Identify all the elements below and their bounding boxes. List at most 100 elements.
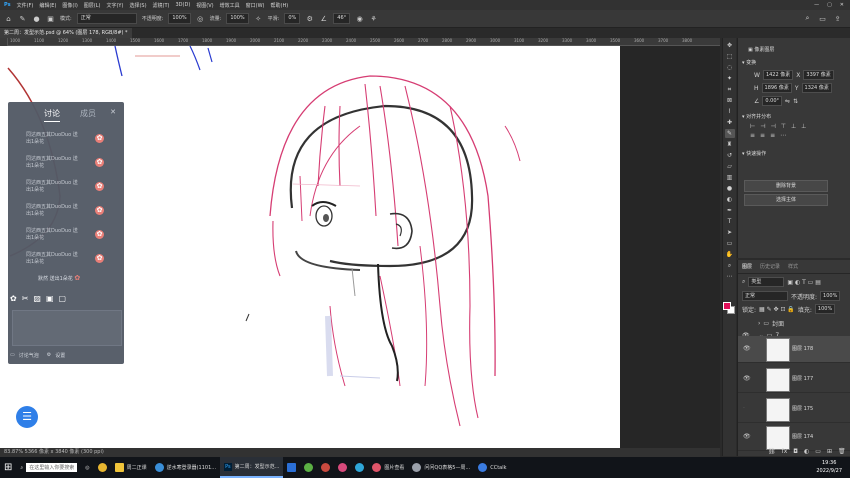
angle-input[interactable]: 0.00° [762, 96, 783, 106]
menu-3d[interactable]: 3D(D) [176, 2, 191, 8]
fill-input[interactable]: 100% [814, 304, 836, 314]
flip-v-icon[interactable]: ⇅ [793, 98, 798, 105]
scissors-icon[interactable]: ✂ [22, 294, 29, 303]
fx-icon[interactable]: fx [782, 448, 788, 455]
smooth-input[interactable]: 0% [284, 13, 301, 24]
search-icon[interactable]: ⌕ [803, 14, 812, 23]
settings-link[interactable]: 设置 [55, 352, 65, 359]
taskbar-app-3[interactable]: 图片查看 [368, 457, 408, 478]
magic-wand-icon[interactable]: ✦ [725, 74, 735, 83]
flow-input[interactable]: 100% [226, 13, 249, 24]
opacity-input[interactable]: 100% [168, 13, 191, 24]
search-input[interactable]: 在这里输入你要搜索 [26, 463, 78, 472]
mode-select[interactable]: 正常 [76, 13, 137, 24]
menu-image[interactable]: 图像(I) [62, 2, 77, 9]
angle-input[interactable]: 46° [333, 13, 351, 24]
tab-discuss[interactable]: 讨论 [44, 108, 60, 122]
screenshot-icon[interactable]: ▣ [46, 294, 54, 303]
menu-layer[interactable]: 图层(L) [84, 2, 101, 9]
tab-members[interactable]: 成员 [80, 108, 96, 122]
menu-view[interactable]: 视图(V) [196, 2, 213, 9]
taskbar-app-1[interactable]: 逆水寒登录器(1101... [151, 457, 220, 478]
minimize-icon[interactable]: — [814, 2, 819, 8]
y-input[interactable]: 1324 像素 [801, 83, 832, 93]
distribute-2-icon[interactable]: ≡ [760, 132, 765, 139]
taskbar-app-2[interactable]: Ps 第二周：发型示范... [220, 457, 284, 478]
remove-background-button[interactable]: 删除背景 [744, 180, 828, 192]
gradient-icon[interactable]: ▥ [725, 173, 735, 182]
eraser-icon[interactable]: ▱ [725, 162, 735, 171]
ps-logo-icon[interactable]: Ps [4, 2, 11, 8]
layer-row[interactable]: · 图层 175 [738, 396, 850, 423]
close-icon[interactable]: ✕ [110, 108, 116, 116]
blur-tool-icon[interactable]: ● [725, 184, 735, 193]
transform-header[interactable]: ▾ 变换 [738, 56, 850, 69]
adjustment-icon[interactable]: ◐ [804, 448, 809, 455]
height-input[interactable]: 1896 像素 [761, 83, 792, 93]
filter-icons[interactable]: ▣ ◐ T ▭ ▤ [787, 279, 821, 286]
menu-edit[interactable]: 编辑(E) [39, 2, 56, 9]
brush-preset-icon[interactable]: ● [32, 14, 41, 23]
menu-window[interactable]: 窗口(W) [246, 2, 265, 9]
distribute-3-icon[interactable]: ≡ [770, 132, 775, 139]
menu-file[interactable]: 文件(F) [17, 2, 34, 9]
new-layer-icon[interactable]: ⊞ [827, 448, 832, 455]
brush-tool-icon[interactable]: ✎ [724, 129, 735, 138]
distribute-1-icon[interactable]: ≡ [750, 132, 755, 139]
taskbar-app-5[interactable]: CCtalk [474, 457, 510, 478]
brush-settings-icon[interactable]: ▣ [46, 14, 55, 23]
flip-h-icon[interactable]: ⇋ [785, 98, 790, 105]
zoom-tool-icon[interactable]: ⌕ [725, 261, 735, 270]
move-tool-icon[interactable]: ✥ [725, 41, 735, 50]
eye-off-icon[interactable]: · [743, 405, 745, 412]
windows-start-icon[interactable]: ⊞ [0, 457, 16, 478]
system-clock[interactable]: 19:36 2022/9/27 [816, 459, 842, 475]
taskbar-app-4[interactable]: 问问QQ表格5—周... [408, 457, 474, 478]
align-bottom-icon[interactable]: ⊥ [801, 123, 806, 130]
type-tool-icon[interactable]: T [725, 217, 735, 226]
crop-tool-icon[interactable]: ⌗ [725, 85, 735, 94]
align-center-icon[interactable]: ⊣ [760, 123, 765, 130]
path-select-icon[interactable]: ➤ [725, 228, 735, 237]
layer-name[interactable]: 图层 178 [792, 345, 813, 352]
taskbar-app-0[interactable]: 周二正课 [111, 457, 151, 478]
taskbar-search[interactable]: ⌕ 在这里输入你要搜索 [16, 457, 81, 478]
dodge-tool-icon[interactable]: ◐ [725, 195, 735, 204]
tab-layers[interactable]: 图层 [742, 263, 752, 270]
frame-tool-icon[interactable]: ⊠ [725, 96, 735, 105]
align-top-icon[interactable]: ⊤ [781, 123, 786, 130]
stamp-tool-icon[interactable]: ♜ [725, 140, 735, 149]
kind-filter-select[interactable]: 类型 [748, 277, 785, 287]
eye-icon[interactable]: 👁 [743, 345, 751, 352]
eye-icon[interactable]: 👁 [743, 433, 751, 440]
quick-actions-header[interactable]: ▾ 快速操作 [738, 147, 850, 160]
menu-select[interactable]: 选择(S) [129, 2, 146, 9]
tab-history[interactable]: 历史记录 [760, 263, 780, 270]
marquee-tool-icon[interactable]: ⬚ [725, 52, 735, 61]
eyedropper-icon[interactable]: ⌇ [725, 107, 735, 116]
blend-mode-select[interactable]: 正常 [742, 291, 788, 301]
menu-type[interactable]: 文字(Y) [106, 2, 123, 9]
layer-row[interactable]: 👁 图层 177 [738, 366, 850, 393]
layer-row[interactable]: 👁 图层 178 [738, 336, 850, 363]
shape-tool-icon[interactable]: ▭ [725, 239, 735, 248]
healing-brush-icon[interactable]: ✚ [725, 118, 735, 127]
link-icon[interactable]: ⛓ [768, 448, 776, 455]
chevron-right-icon[interactable]: › [758, 320, 760, 327]
align-header[interactable]: ▾ 对齐并分布 [738, 110, 850, 123]
tab-styles[interactable]: 样式 [788, 263, 798, 270]
align-middle-icon[interactable]: ⊥ [791, 123, 796, 130]
chat-bubble-button[interactable]: ☰ [16, 406, 38, 428]
airbrush-icon[interactable]: ✧ [254, 14, 263, 23]
chat-icon[interactable]: ▢ [59, 294, 67, 303]
hand-tool-icon[interactable]: ✋ [725, 250, 735, 259]
layer-opacity-input[interactable]: 100% [820, 291, 841, 301]
distribute-4-icon[interactable]: ⋯ [780, 132, 786, 139]
share-icon[interactable]: ⇪ [833, 14, 842, 23]
document-tab[interactable]: 第二周：发型示范.psd @ 64% (图层 178, RGB/8#) * [0, 28, 132, 38]
taskbar-icon-d[interactable] [334, 457, 351, 478]
menu-help[interactable]: 帮助(H) [271, 2, 289, 9]
history-brush-icon[interactable]: ↺ [725, 151, 735, 160]
menu-filter[interactable]: 滤镜(T) [153, 2, 170, 9]
select-subject-button[interactable]: 选择主体 [744, 194, 828, 206]
